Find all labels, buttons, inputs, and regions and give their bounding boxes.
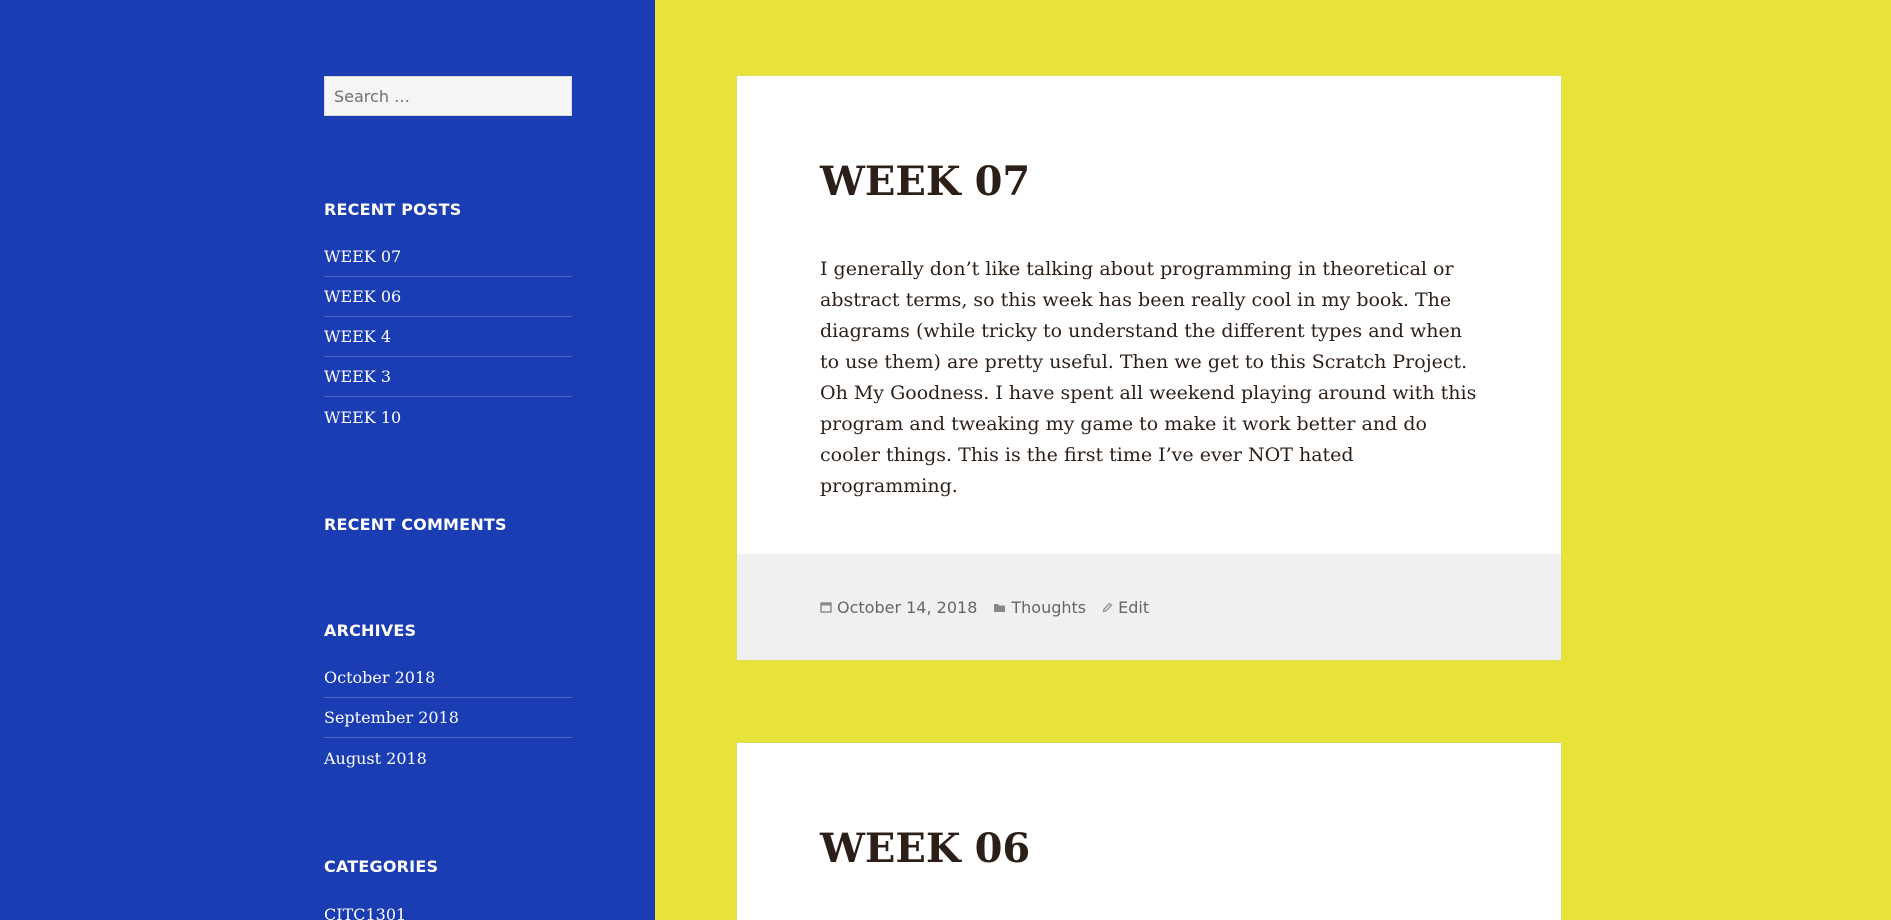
archives-list: October 2018 September 2018 August 2018 [324, 658, 572, 778]
recent-post-link[interactable]: WEEK 3 [324, 367, 391, 386]
list-item: WEEK 07 [324, 237, 572, 277]
list-item: August 2018 [324, 738, 572, 778]
recent-post-link[interactable]: WEEK 07 [324, 247, 401, 266]
post-edit: Edit [1102, 598, 1149, 617]
archive-link[interactable]: September 2018 [324, 708, 459, 727]
post-title[interactable]: WEEK 06 [820, 825, 1030, 872]
folder-icon [993, 598, 1006, 617]
page: RECENT POSTS WEEK 07 WEEK 06 WEEK 4 WEEK… [0, 0, 1891, 920]
sidebar: RECENT POSTS WEEK 07 WEEK 06 WEEK 4 WEEK… [0, 0, 655, 920]
post-card: WEEK 06 [736, 742, 1562, 920]
post-date: October 14, 2018 [820, 598, 977, 617]
list-item: WEEK 06 [324, 277, 572, 317]
list-item: WEEK 4 [324, 317, 572, 357]
post-date-link[interactable]: October 14, 2018 [837, 598, 977, 617]
calendar-icon [820, 598, 832, 617]
categories-list: CITC1301 [324, 894, 572, 920]
post-title[interactable]: WEEK 07 [820, 158, 1030, 205]
post-footer: October 14, 2018 Thoughts Edit [737, 554, 1561, 660]
pencil-icon [1102, 598, 1113, 617]
sidebar-widgets: RECENT POSTS WEEK 07 WEEK 06 WEEK 4 WEEK… [324, 76, 572, 920]
list-item: September 2018 [324, 698, 572, 738]
archive-link[interactable]: October 2018 [324, 668, 435, 687]
list-item: October 2018 [324, 658, 572, 698]
recent-posts-title: RECENT POSTS [324, 200, 462, 219]
search-input[interactable] [324, 76, 572, 116]
list-item: CITC1301 [324, 894, 572, 920]
archives-title: ARCHIVES [324, 621, 417, 640]
category-link[interactable]: Thoughts [1011, 598, 1086, 617]
list-item: WEEK 3 [324, 357, 572, 397]
recent-post-link[interactable]: WEEK 06 [324, 287, 401, 306]
recent-post-link[interactable]: WEEK 4 [324, 327, 391, 346]
post-content: I generally don’t like talking about pro… [820, 258, 1477, 497]
recent-post-link[interactable]: WEEK 10 [324, 408, 401, 427]
categories-title: CATEGORIES [324, 857, 439, 876]
category-link[interactable]: CITC1301 [324, 905, 406, 920]
post-category: Thoughts [993, 598, 1086, 617]
archive-link[interactable]: August 2018 [324, 749, 427, 768]
edit-link[interactable]: Edit [1118, 598, 1149, 617]
post-card: WEEK 07 I generally don’t like talking a… [736, 75, 1562, 661]
recent-posts-list: WEEK 07 WEEK 06 WEEK 4 WEEK 3 WEEK 10 [324, 237, 572, 437]
recent-comments-title: RECENT COMMENTS [324, 515, 507, 534]
list-item: WEEK 10 [324, 397, 572, 437]
